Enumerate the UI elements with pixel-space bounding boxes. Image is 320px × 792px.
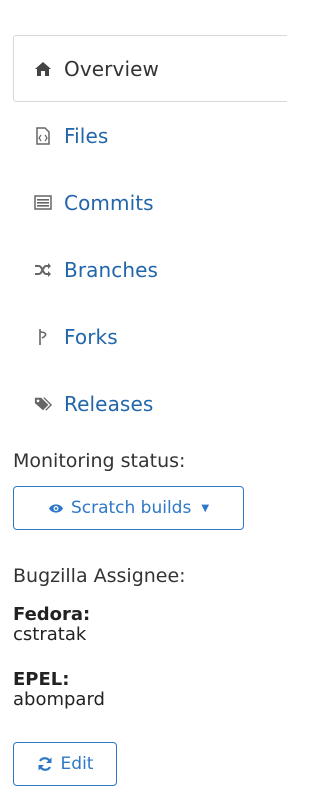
- eye-icon: [48, 503, 64, 514]
- scratch-builds-dropdown-button[interactable]: Scratch builds ▼: [13, 486, 244, 530]
- assignee-branch-epel: EPEL:: [13, 669, 70, 690]
- nav-item-files[interactable]: Files: [13, 102, 287, 169]
- refresh-icon: [37, 756, 53, 772]
- file-code-icon: [34, 126, 52, 145]
- assignee-branch-fedora: Fedora:: [13, 604, 91, 625]
- nav-item-forks[interactable]: Forks: [13, 303, 287, 370]
- monitoring-status-label: Monitoring status:: [13, 450, 186, 472]
- bugzilla-assignee-label: Bugzilla Assignee:: [13, 565, 186, 587]
- assignee-user-epel: abompard: [13, 689, 105, 710]
- assignee-user-fedora: cstratak: [13, 624, 87, 645]
- nav-item-label: Commits: [64, 190, 154, 215]
- nav-item-releases[interactable]: Releases: [13, 370, 287, 437]
- nav-item-overview[interactable]: Overview: [13, 35, 287, 102]
- list-icon: [34, 194, 52, 212]
- fork-icon: [34, 328, 52, 346]
- repo-sidebar-nav: Overview Files Commits Branches Forks Re…: [13, 35, 287, 437]
- nav-item-branches[interactable]: Branches: [13, 236, 287, 303]
- chevron-down-icon: ▼: [201, 502, 210, 514]
- edit-button[interactable]: Edit: [13, 742, 117, 786]
- tags-icon: [34, 395, 52, 413]
- nav-item-label: Branches: [64, 257, 159, 282]
- nav-item-label: Overview: [64, 56, 159, 81]
- edit-label: Edit: [60, 754, 94, 774]
- nav-item-label: Files: [64, 123, 109, 148]
- home-icon: [34, 60, 52, 78]
- nav-item-commits[interactable]: Commits: [13, 169, 287, 236]
- random-icon: [34, 261, 52, 279]
- nav-item-label: Forks: [64, 324, 118, 349]
- scratch-builds-label: Scratch builds: [70, 498, 192, 518]
- nav-item-label: Releases: [64, 391, 154, 416]
